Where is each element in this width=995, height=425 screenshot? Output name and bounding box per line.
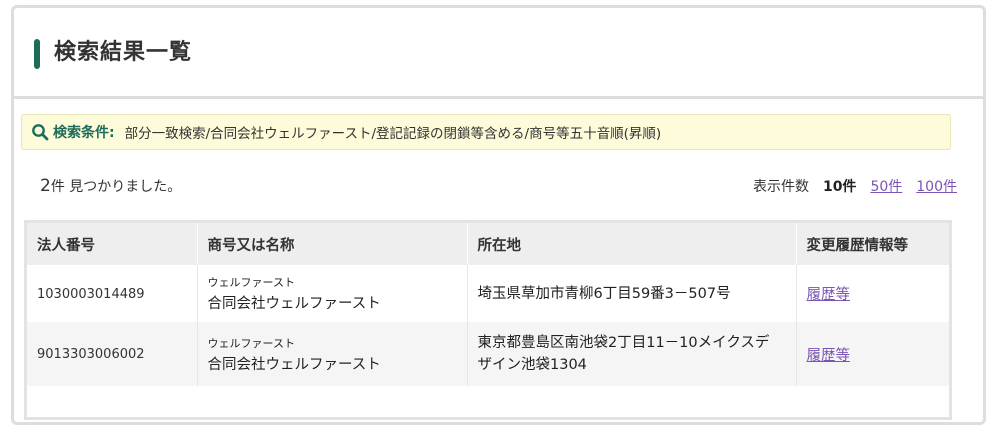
- title-accent-bar: [34, 39, 40, 69]
- column-header-corp-number: 法人番号: [27, 223, 197, 265]
- address: 埼玉県草加市青柳6丁目59番3－507号: [477, 285, 731, 302]
- table-row: 9013303006002 ウェルファースト 合同会社ウェルファースト 東京都豊…: [27, 322, 949, 386]
- history-link[interactable]: 履歴等: [807, 348, 851, 364]
- corp-number-cell: 1030003014489: [27, 265, 197, 322]
- result-count-suffix: 件 見つかりました。: [50, 179, 182, 195]
- card-header: 検索結果一覧: [14, 8, 983, 99]
- company-name: 合同会社ウェルファースト: [207, 296, 381, 312]
- name-kana: ウェルファースト: [207, 276, 295, 289]
- search-icon: [32, 124, 49, 141]
- address-cell: 埼玉県草加市青柳6丁目59番3－507号: [466, 265, 796, 322]
- table-row: 1030003014489 ウェルファースト 合同会社ウェルファースト 埼玉県草…: [27, 265, 949, 322]
- results-table: 法人番号 商号又は名称 所在地 変更履歴情報等 1030003014489 ウェ…: [24, 220, 952, 420]
- per-page-selector: 表示件数 10件 50件 100件: [753, 176, 957, 196]
- per-page-option-100[interactable]: 100件: [916, 176, 957, 196]
- conditions-label: 検索条件:: [53, 125, 115, 141]
- column-header-address: 所在地: [466, 223, 796, 265]
- name-cell: ウェルファースト 合同会社ウェルファースト: [196, 322, 467, 386]
- per-page-option-50[interactable]: 50件: [870, 176, 902, 196]
- history-link[interactable]: 履歴等: [807, 287, 851, 303]
- result-count: 2件 見つかりました。: [40, 176, 181, 196]
- conditions-text: 部分一致検索/合同会社ウェルファースト/登記記録の閉鎖等含める/商号等五十音順(…: [124, 126, 662, 142]
- name-kana: ウェルファースト: [207, 336, 295, 350]
- result-count-number: 2: [40, 176, 51, 196]
- table-header-row: 法人番号 商号又は名称 所在地 変更履歴情報等: [27, 223, 949, 265]
- corp-number: 1030003014489: [37, 286, 145, 302]
- address: 東京都豊島区南池袋2丁目11－10メイクスデザイン池袋1304: [477, 335, 770, 373]
- page-title: 検索結果一覧: [54, 40, 193, 65]
- column-header-name: 商号又は名称: [196, 223, 467, 265]
- name-cell: ウェルファースト 合同会社ウェルファースト: [196, 265, 467, 322]
- corp-number: 9013303006002: [37, 347, 145, 362]
- per-page-current: 10件: [822, 179, 857, 195]
- history-cell: 履歴等: [795, 265, 949, 322]
- column-header-history: 変更履歴情報等: [795, 223, 949, 265]
- per-page-label: 表示件数: [752, 179, 809, 195]
- company-name: 合同会社ウェルファースト: [207, 356, 381, 373]
- corp-number-cell: 9013303006002: [27, 322, 197, 386]
- search-conditions: 検索条件: 部分一致検索/合同会社ウェルファースト/登記記録の閉鎖等含める/商号…: [21, 114, 951, 150]
- history-cell: 履歴等: [795, 322, 949, 386]
- address-cell: 東京都豊島区南池袋2丁目11－10メイクスデザイン池袋1304: [466, 322, 796, 386]
